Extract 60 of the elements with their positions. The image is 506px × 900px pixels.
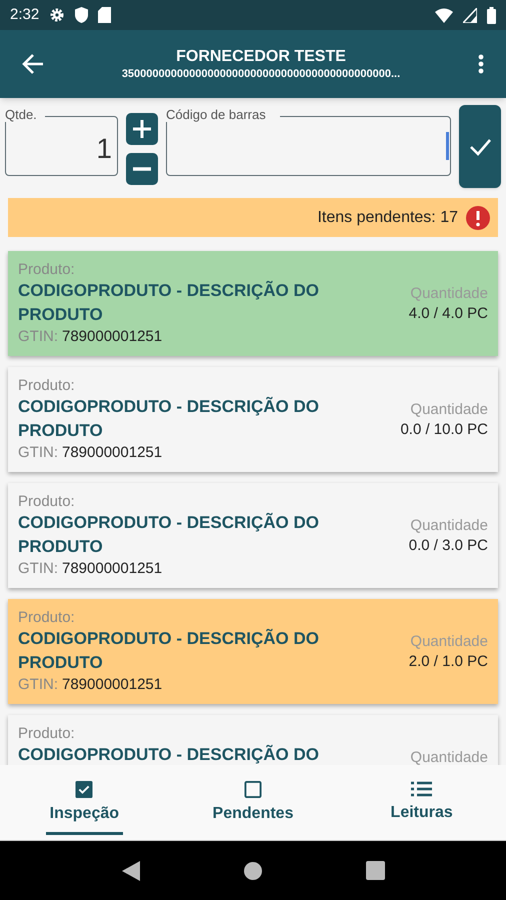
signal-icon [463,8,477,22]
recents-icon[interactable] [366,861,384,880]
increment-button[interactable] [126,113,158,145]
wifi-icon [435,8,453,22]
more-options-icon[interactable] [478,54,484,74]
checkmark-icon [469,138,491,156]
quantity-label: Quantidade [410,400,488,420]
product-label: Produto: [18,261,76,279]
back-icon[interactable] [122,860,140,880]
empty-box-icon [242,781,264,798]
quantity-label: Quantidade [410,516,488,536]
back-arrow-icon[interactable] [22,54,44,74]
quantity-value: 2.0 / 1.0 PC [408,652,488,672]
alert-icon [466,206,490,230]
confirm-button[interactable] [459,105,501,188]
gtin-label: GTIN: [18,327,58,347]
gtin-value: 789000001251 [62,559,162,579]
product-label: Produto: [18,493,76,511]
checked-box-icon [73,781,96,798]
gtin-value: 789000001251 [62,327,162,347]
nav-tab[interactable]: Leituras [386,765,457,835]
product-name: CODIGOPRODUTO - DESCRIÇÃO DO [18,744,320,765]
shield-icon [75,7,88,23]
gtin-label: GTIN: [18,559,58,579]
product-label: Produto: [18,609,76,627]
product-card[interactable]: Produto: CODIGOPRODUTO - DESCRIÇÃO DO PRODUTO GTIN: 789000001251 Quantidade 2.0 / 1.0 PC [8,599,498,704]
quantity-label: Quantidade [410,632,488,652]
list-icon [410,781,433,797]
nav-tab[interactable]: Pendentes [208,765,298,835]
product-card[interactable]: Produto: CODIGOPRODUTO - DESCRIÇÃO DO PRODUTO GTIN: 789000001251 Quantidade 0.0 / 3.0 PC [8,483,498,588]
product-label: Produto: [18,377,76,395]
nav-tab[interactable]: Inspeção [46,765,124,835]
gtin-value: 789000001251 [62,675,162,695]
decrement-button[interactable] [126,153,158,185]
pending-banner: Itens pendentes: 17 [8,198,498,237]
gtin-value: 789000001251 [62,443,162,463]
quantity-value: 0.0 / 3.0 PC [408,536,488,556]
sd-card-icon [98,7,112,23]
product-name: CODIGOPRODUTO - DESCRIÇÃO DO PRODUTO [18,512,320,558]
quantity-label: Quantidade [410,284,488,304]
supplier-code: 35000000000000000000000000000000000000000000... [122,67,400,81]
quantity-value: 0.0 / 10.0 PC [400,420,488,440]
product-card[interactable]: Produto: CODIGOPRODUTO - DESCRIÇÃO DO PRODUTO GTIN: 789000001251 Quantidade 4.0 / 4.0 PC [8,251,498,356]
product-name: CODIGOPRODUTO - DESCRIÇÃO DO PRODUTO [18,396,320,442]
minus-icon [132,166,152,172]
product-name: CODIGOPRODUTO - DESCRIÇÃO DO PRODUTO [18,628,320,674]
product-card[interactable]: Produto: CODIGOPRODUTO - DESCRIÇÃO DO PRODUTO GTIN: 789000001251 Quantidade 0.0 / 10.0 PC [8,367,498,472]
supplier-title: FORNECEDOR TESTE [176,47,346,67]
quantity-label: Quantidade [410,748,488,765]
gear-icon [49,7,66,23]
battery-icon [487,6,496,24]
gtin-label: GTIN: [18,443,58,463]
product-card[interactable]: Produto: CODIGOPRODUTO - DESCRIÇÃO DO Quantidade [8,715,498,765]
plus-icon [132,119,152,139]
product-name: CODIGOPRODUTO - DESCRIÇÃO DO PRODUTO [18,280,320,326]
quantity-value: 4.0 / 4.0 PC [408,304,488,324]
gtin-label: GTIN: [18,675,58,695]
home-icon[interactable] [242,860,262,880]
clock-time: 2:32 [10,4,40,25]
product-label: Produto: [18,725,76,743]
